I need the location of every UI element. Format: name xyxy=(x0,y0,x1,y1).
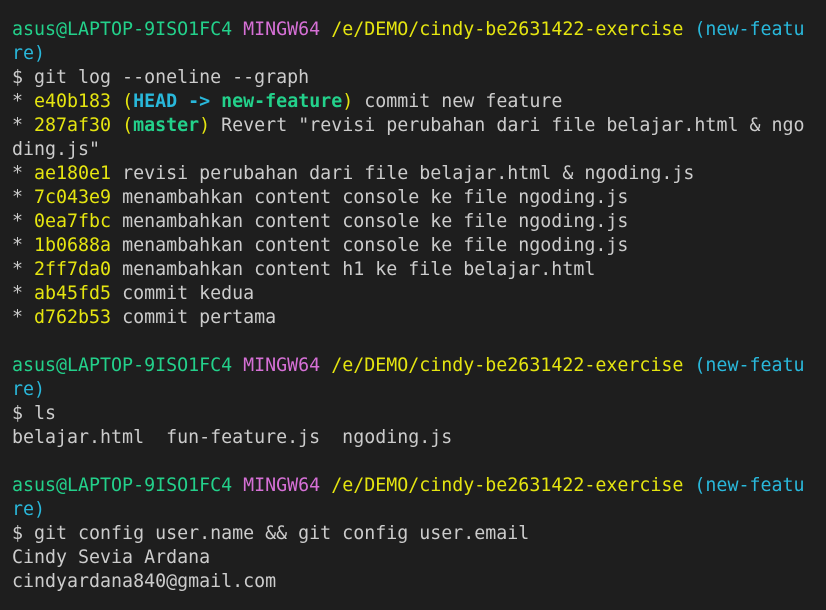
prompt-line-wrap: re) xyxy=(12,378,826,402)
commit-message: menambahkan content console ke file ngod… xyxy=(111,187,629,208)
commit-hash: ae180e1 xyxy=(34,163,112,184)
commit-message: menambahkan content console ke file ngod… xyxy=(111,235,629,256)
prompt-line: asus@LAPTOP-9ISO1FC4 MINGW64 /e/DEMO/cin… xyxy=(12,354,826,378)
prompt-branch: (new-featu xyxy=(694,355,805,376)
git-user-email: cindyardana840@gmail.com xyxy=(12,571,277,592)
commit-message: menambahkan content console ke file ngod… xyxy=(111,211,629,232)
prompt-branch-wrap: re) xyxy=(12,43,46,64)
prompt-system: MINGW64 xyxy=(243,19,321,40)
log-entry: * 1b0688a menambahkan content console ke… xyxy=(12,234,826,258)
graph-bullet: * xyxy=(12,211,35,232)
prompt-user: asus@LAPTOP-9ISO1FC4 xyxy=(12,475,233,496)
command-line: $ git log --oneline --graph xyxy=(12,66,826,90)
commit-hash: ab45fd5 xyxy=(34,283,112,304)
prompt-path: /e/DEMO/cindy-be2631422-exercise xyxy=(331,355,684,376)
prompt-branch: (new-featu xyxy=(694,19,805,40)
prompt-system: MINGW64 xyxy=(243,355,321,376)
ref-branch-new-feature: new-feature xyxy=(221,91,343,112)
prompt-branch-wrap: re) xyxy=(12,379,46,400)
prompt-system: MINGW64 xyxy=(243,475,321,496)
graph-bullet: * xyxy=(12,91,35,112)
graph-bullet: * xyxy=(12,259,35,280)
graph-bullet: * xyxy=(12,187,35,208)
config-output-name: Cindy Sevia Ardana xyxy=(12,546,826,570)
prompt-user: asus@LAPTOP-9ISO1FC4 xyxy=(12,355,233,376)
commit-hash: e40b183 xyxy=(34,91,112,112)
graph-bullet: * xyxy=(12,283,35,304)
commit-message-wrap: ding.js" xyxy=(12,139,101,160)
log-entry: * 0ea7fbc menambahkan content console ke… xyxy=(12,210,826,234)
command-git-config: $ git config user.name && git config use… xyxy=(12,523,530,544)
log-entry: * d762b53 commit pertama xyxy=(12,306,826,330)
ref-head: HEAD xyxy=(133,91,178,112)
terminal-window[interactable]: asus@LAPTOP-9ISO1FC4 MINGW64 /e/DEMO/cin… xyxy=(0,0,826,610)
ref-open-paren: ( xyxy=(122,115,134,136)
command-line: $ ls xyxy=(12,402,826,426)
log-entry: * 2ff7da0 menambahkan content h1 ke file… xyxy=(12,258,826,282)
prompt-line: asus@LAPTOP-9ISO1FC4 MINGW64 /e/DEMO/cin… xyxy=(12,18,826,42)
prompt-path: /e/DEMO/cindy-be2631422-exercise xyxy=(331,19,684,40)
log-entry: * e40b183 (HEAD -> new-feature) commit n… xyxy=(12,90,826,114)
ref-branch-master: master xyxy=(133,115,200,136)
prompt-path: /e/DEMO/cindy-be2631422-exercise xyxy=(331,475,684,496)
commit-message: commit pertama xyxy=(111,307,277,328)
prompt-line: asus@LAPTOP-9ISO1FC4 MINGW64 /e/DEMO/cin… xyxy=(12,474,826,498)
log-entry-wrap: ding.js" xyxy=(12,138,826,162)
graph-bullet: * xyxy=(12,235,35,256)
commit-message: menambahkan content h1 ke file belajar.h… xyxy=(111,259,596,280)
command-git-log: $ git log --oneline --graph xyxy=(12,67,310,88)
commit-hash: 287af30 xyxy=(34,115,112,136)
command-line: $ git config user.name && git config use… xyxy=(12,522,826,546)
log-entry: * 287af30 (master) Revert "revisi peruba… xyxy=(12,114,826,138)
commit-hash: 2ff7da0 xyxy=(34,259,112,280)
commit-hash: 7c043e9 xyxy=(34,187,112,208)
commit-hash: 1b0688a xyxy=(34,235,112,256)
log-entry: * ab45fd5 commit kedua xyxy=(12,282,826,306)
prompt-line-wrap: re) xyxy=(12,498,826,522)
prompt-branch-wrap: re) xyxy=(12,499,46,520)
ref-close-paren: ) xyxy=(199,115,211,136)
commit-hash: d762b53 xyxy=(34,307,112,328)
ls-output: belajar.html fun-feature.js ngoding.js xyxy=(12,426,826,450)
graph-bullet: * xyxy=(12,115,35,136)
log-entry: * ae180e1 revisi perubahan dari file bel… xyxy=(12,162,826,186)
command-ls: $ ls xyxy=(12,403,57,424)
prompt-branch: (new-featu xyxy=(694,475,805,496)
ls-output-text: belajar.html fun-feature.js ngoding.js xyxy=(12,427,453,448)
commit-hash: 0ea7fbc xyxy=(34,211,112,232)
ref-arrow: -> xyxy=(177,91,222,112)
commit-message: commit new feature xyxy=(353,91,563,112)
git-user-name: Cindy Sevia Ardana xyxy=(12,547,211,568)
prompt-user: asus@LAPTOP-9ISO1FC4 xyxy=(12,19,233,40)
commit-message: commit kedua xyxy=(111,283,255,304)
ref-open-paren: ( xyxy=(122,91,134,112)
graph-bullet: * xyxy=(12,163,35,184)
graph-bullet: * xyxy=(12,307,35,328)
prompt-line-wrap: re) xyxy=(12,42,826,66)
config-output-email: cindyardana840@gmail.com xyxy=(12,570,826,594)
ref-close-paren: ) xyxy=(342,91,354,112)
log-entry: * 7c043e9 menambahkan content console ke… xyxy=(12,186,826,210)
commit-message: Revert "revisi perubahan dari file belaj… xyxy=(210,115,805,136)
commit-message: revisi perubahan dari file belajar.html … xyxy=(111,163,695,184)
